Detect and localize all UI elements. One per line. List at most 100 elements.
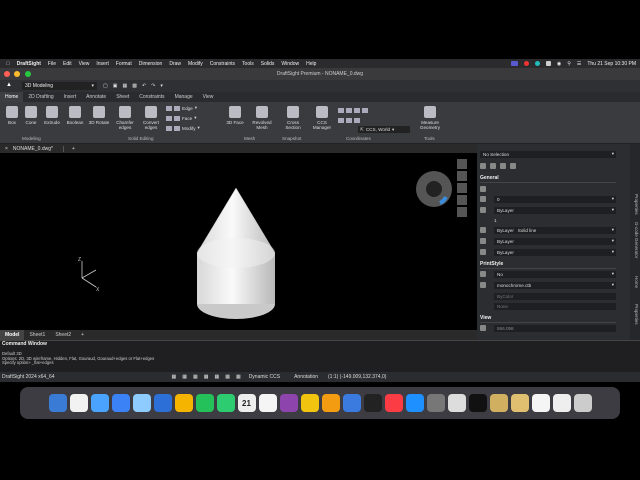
dock-app-icon[interactable] (132, 394, 151, 412)
menu-tools[interactable]: Tools (242, 61, 254, 67)
menu-dimension[interactable]: Dimension (139, 61, 163, 67)
trash-icon[interactable] (573, 394, 592, 412)
search-icon[interactable]: ⚲ (567, 61, 571, 67)
dock-app-icon[interactable] (279, 394, 298, 412)
side-tab-properties-2[interactable]: Properties (634, 304, 639, 325)
ccs-icon[interactable] (362, 108, 368, 113)
add-sheet-icon[interactable]: + (76, 330, 89, 340)
zoom-icon[interactable] (457, 159, 467, 169)
face-button[interactable]: Face ▾ (166, 115, 197, 121)
pan-icon[interactable] (457, 171, 467, 181)
tab-annotate[interactable]: Annotate (81, 92, 111, 102)
dynamic-ccs-toggle[interactable]: Dynamic CCS (249, 374, 280, 380)
apple-icon[interactable]:  (6, 61, 10, 67)
osnap-icon[interactable]: ▦ (214, 374, 219, 380)
tab-sheet[interactable]: Sheet (111, 92, 134, 102)
drawing-viewport[interactable]: Z X (0, 153, 477, 330)
clock[interactable]: Thu 21 Sep 10:30 PM (587, 61, 636, 67)
undo-icon[interactable]: ↶ (142, 83, 146, 89)
document-tab[interactable]: NONAME_0.dwg* (13, 145, 64, 152)
tab-2d-drafting[interactable]: 2D Drafting (23, 92, 58, 102)
menu-view[interactable]: View (79, 61, 90, 67)
tab-model[interactable]: Model (0, 330, 25, 340)
selection-dropdown[interactable]: No Selection ▾ (480, 150, 616, 158)
menu-format[interactable]: Format (116, 61, 132, 67)
otrack-icon[interactable]: ▦ (225, 374, 230, 380)
ccs-icon[interactable] (354, 108, 360, 113)
orbit-icon[interactable] (457, 183, 467, 193)
dock-app-icon[interactable] (384, 394, 403, 412)
tab-sheet2[interactable]: Sheet2 (50, 330, 76, 340)
calendar-icon[interactable]: 21 (237, 394, 256, 412)
tray-app-icon[interactable] (534, 61, 540, 66)
measure-geometry-button[interactable]: Measure Geometry (416, 106, 444, 130)
menu-window[interactable]: Window (281, 61, 299, 67)
save-icon[interactable]: ▦ (122, 83, 127, 89)
snap-icon[interactable]: ▦ (172, 374, 177, 380)
lweight-icon[interactable]: ▦ (236, 374, 241, 380)
tab-constraints[interactable]: Constraints (134, 92, 169, 102)
dock-app-icon[interactable] (48, 394, 67, 412)
side-tab-properties[interactable]: Properties (634, 194, 639, 215)
dock-app-icon[interactable] (363, 394, 382, 412)
view-icon[interactable] (457, 195, 467, 205)
dock-app-icon[interactable] (258, 394, 277, 412)
menu-draftsight[interactable]: DraftSight (17, 61, 41, 67)
color-field[interactable]: ByLayer ▾ (494, 206, 616, 214)
dock-app-icon[interactable] (531, 394, 550, 412)
menu-help[interactable]: Help (306, 61, 316, 67)
control-center-icon[interactable]: ☰ (577, 61, 581, 67)
tray-app-icon[interactable] (523, 61, 529, 66)
ortho-icon[interactable]: ▦ (193, 374, 198, 380)
new-file-icon[interactable]: ▢ (103, 83, 108, 89)
wifi-icon[interactable]: ◉ (557, 61, 561, 67)
settings-icon[interactable] (457, 207, 467, 217)
quick-select-icon[interactable] (480, 163, 486, 169)
dock-app-icon[interactable] (195, 394, 214, 412)
command-window[interactable]: Command Window Default 3D Options: 2D, 3… (0, 340, 640, 372)
dock-app-icon[interactable] (510, 394, 529, 412)
grid-icon[interactable]: ▦ (182, 374, 187, 380)
view-header[interactable]: View (480, 315, 616, 323)
cone-solid[interactable] (196, 187, 276, 319)
dock-app-icon[interactable] (468, 394, 487, 412)
annotation-label[interactable]: Annotation (294, 374, 318, 380)
ccs-icon[interactable] (354, 118, 360, 123)
dock-app-icon[interactable] (153, 394, 172, 412)
menu-solids[interactable]: Solids (261, 61, 275, 67)
menu-insert[interactable]: Insert (96, 61, 109, 67)
print-field[interactable]: No ▾ (494, 270, 616, 278)
dock-app-icon[interactable] (426, 394, 445, 412)
qat-more-icon[interactable]: ▾ (160, 83, 163, 89)
tab-manage[interactable]: Manage (170, 92, 198, 102)
redo-icon[interactable]: ↷ (151, 83, 155, 89)
tray-app-icon[interactable] (510, 61, 518, 66)
cross-section-button[interactable]: Cross Section (281, 106, 305, 130)
ccs-icon[interactable] (346, 108, 352, 113)
tray-app-icon[interactable] (545, 61, 551, 66)
edge-button[interactable]: Edge ▾ (166, 105, 197, 111)
printstyle-header[interactable]: PrintStyle (480, 261, 616, 269)
dock-app-icon[interactable] (216, 394, 235, 412)
dock-app-icon[interactable] (405, 394, 424, 412)
boolean-button[interactable]: Boolean (64, 106, 86, 125)
menu-file[interactable]: File (48, 61, 56, 67)
menu-modify[interactable]: Modify (188, 61, 203, 67)
dock-app-icon[interactable] (90, 394, 109, 412)
transparency-field[interactable]: ByLayer ▾ (494, 248, 616, 256)
tab-insert[interactable]: Insert (59, 92, 82, 102)
menu-draw[interactable]: Draw (169, 61, 181, 67)
3d-rotate-button[interactable]: 3D Rotate (87, 106, 111, 125)
menu-edit[interactable]: Edit (63, 61, 72, 67)
linetype-field[interactable]: ByLayer Solid line ▾ (494, 226, 616, 234)
ccs-manager-button[interactable]: CCS Manager (310, 106, 334, 130)
dock-app-icon[interactable] (69, 394, 88, 412)
tab-view[interactable]: View (198, 92, 219, 102)
tab-home[interactable]: Home (0, 92, 24, 102)
filter-icon[interactable] (500, 163, 506, 169)
general-header[interactable]: General (480, 175, 616, 183)
new-tab-icon[interactable]: + (72, 146, 75, 152)
dock-app-icon[interactable] (447, 394, 466, 412)
ccs-icon[interactable] (346, 118, 352, 123)
polar-icon[interactable]: ▦ (204, 374, 209, 380)
